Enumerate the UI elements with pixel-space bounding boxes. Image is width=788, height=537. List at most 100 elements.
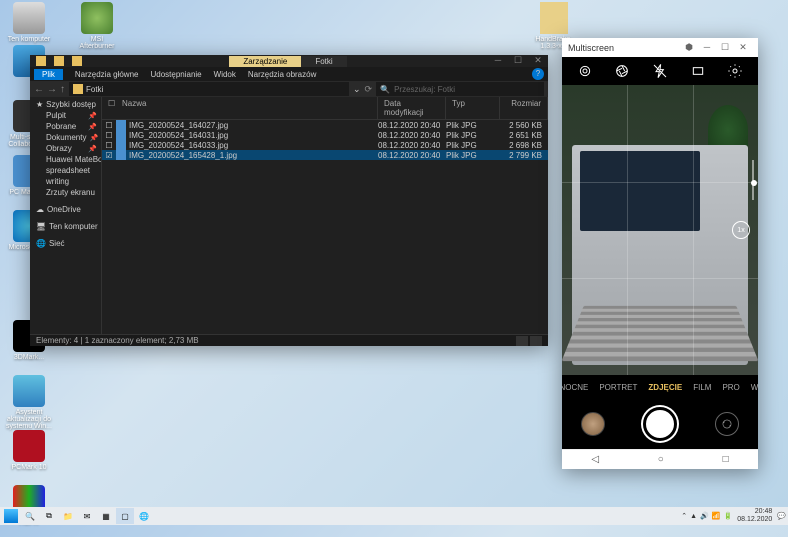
pin-button[interactable]: ⬢ <box>680 39 698 57</box>
zoom-slider-handle[interactable] <box>751 180 757 186</box>
row-checkbox[interactable]: ☐ <box>102 121 116 130</box>
camera-mode[interactable]: PORTRET <box>599 383 637 392</box>
camera-top-bar <box>562 57 758 85</box>
sidebar-item[interactable]: ★Szybki dostęp <box>30 99 101 110</box>
aspect-icon[interactable] <box>690 63 706 79</box>
camera-mode[interactable]: ZDJĘCIE <box>648 383 682 392</box>
minimize-button[interactable]: ─ <box>488 55 508 67</box>
taskbar-explorer[interactable]: 📁 <box>59 508 77 524</box>
sidebar-item[interactable]: Obrazy📌 <box>30 143 101 154</box>
column-date[interactable]: Data modyfikacji <box>378 97 446 119</box>
camera-mode[interactable]: PRO <box>722 383 739 392</box>
sidebar-item[interactable]: spreadsheet <box>30 165 101 176</box>
taskbar-clock[interactable]: 20:48 08.12.2020 <box>735 508 774 524</box>
checkbox-column[interactable]: ☐ <box>102 97 116 119</box>
minimize-button[interactable]: ─ <box>698 39 716 57</box>
file-date: 08.12.2020 20:40 <box>378 141 446 150</box>
sidebar-item[interactable]: ☁OneDrive <box>30 204 101 215</box>
nav-up-button[interactable]: ↑ <box>60 84 65 95</box>
file-row[interactable]: ☐IMG_20200524_164027.jpg08.12.2020 20:40… <box>102 120 548 130</box>
tray-expand[interactable]: ⌃ <box>681 512 687 520</box>
settings-icon[interactable] <box>727 63 743 79</box>
taskbar-edge[interactable]: 🌐 <box>135 508 153 524</box>
row-checkbox[interactable]: ☐ <box>102 131 116 140</box>
lens-icon[interactable] <box>577 63 593 79</box>
explorer-titlebar[interactable]: Zarządzanie Fotki ─ ☐ ✕ <box>30 55 548 67</box>
search-button[interactable]: 🔍 <box>21 508 39 524</box>
tray-volume-icon[interactable]: 🔊 <box>700 512 709 520</box>
ribbon-tab-home[interactable]: Narzędzia główne <box>75 70 139 79</box>
tray-icon[interactable]: ▲ <box>690 513 697 520</box>
camera-modes[interactable]: NOCNE PORTRET ZDJĘCIE FILM PRO WI <box>562 375 758 399</box>
shutter-button[interactable] <box>643 407 677 441</box>
camera-mode[interactable]: NOCNE <box>562 383 588 392</box>
aperture-icon[interactable] <box>614 63 630 79</box>
file-name: IMG_20200524_164033.jpg <box>129 141 378 150</box>
close-button[interactable]: ✕ <box>734 39 752 57</box>
refresh-button[interactable]: ⟳ <box>365 84 373 95</box>
multiscreen-window: Multiscreen ⬢ ─ ☐ ✕ 1x NO <box>562 38 758 469</box>
app-icon <box>13 430 45 462</box>
start-button[interactable] <box>2 508 20 524</box>
desktop-icon-recycle[interactable]: Ten komputer <box>5 2 53 50</box>
sidebar-item[interactable]: writing <box>30 176 101 187</box>
ribbon-tab-view[interactable]: Widok <box>214 70 236 79</box>
file-row[interactable]: ☐ IMG_20200524_164033.jpg08.12.2020 20:40… <box>102 140 548 150</box>
tray-battery-icon[interactable]: 🔋 <box>724 512 733 520</box>
sidebar-item[interactable]: Pulpit📌 <box>30 110 101 121</box>
folder-icon <box>54 56 64 66</box>
path-dropdown[interactable]: ⌄ <box>353 84 361 95</box>
ribbon-tab-share[interactable]: Udostępnianie <box>150 70 201 79</box>
taskbar-mail[interactable]: ✉ <box>78 508 96 524</box>
sidebar-item[interactable]: 🖥Ten komputer <box>30 221 101 232</box>
desktop-icon-msi[interactable]: MSI Afterburner <box>73 2 121 50</box>
sidebar-item[interactable]: 🌐Sieć <box>30 238 101 249</box>
camera-mode[interactable]: FILM <box>693 383 711 392</box>
nav-recent-button[interactable]: □ <box>723 454 729 465</box>
sidebar-item[interactable]: Pobrane📌 <box>30 121 101 132</box>
task-view-button[interactable]: ⧉ <box>40 508 58 524</box>
ribbon-context-tab[interactable]: Zarządzanie <box>229 56 301 67</box>
breadcrumb[interactable]: Fotki <box>69 82 349 96</box>
status-text: Elementy: 4 | 1 zaznaczony element; 2,73… <box>36 336 199 345</box>
camera-viewfinder[interactable]: 1x <box>562 85 758 375</box>
nav-back-button[interactable]: ◁ <box>591 454 599 465</box>
taskbar-app[interactable]: ▦ <box>97 508 115 524</box>
camera-mode[interactable]: WI <box>751 383 758 392</box>
explorer-address-bar: ← → ↑ Fotki ⌄ ⟳ 🔍 Przeszukaj: Fotki <box>30 81 548 97</box>
notification-button[interactable]: 💬 <box>777 512 786 520</box>
view-details-button[interactable] <box>516 336 528 346</box>
search-input[interactable]: 🔍 Przeszukaj: Fotki <box>376 82 544 96</box>
gallery-thumbnail[interactable] <box>581 412 605 436</box>
tray-network-icon[interactable]: 📶 <box>712 512 721 520</box>
maximize-button[interactable]: ☐ <box>508 55 528 67</box>
sidebar-item[interactable]: Dokumenty📌 <box>30 132 101 143</box>
sidebar-item[interactable]: Zrzuty ekranu <box>30 187 101 198</box>
column-size[interactable]: Rozmiar <box>500 97 548 119</box>
desktop-icon[interactable]: Asystent aktualizacji do systemu Win... <box>5 375 53 427</box>
row-checkbox[interactable]: ☐ <box>102 141 116 150</box>
maximize-button[interactable]: ☐ <box>716 39 734 57</box>
folder-icon <box>73 84 83 94</box>
file-menu[interactable]: Plik <box>34 69 63 80</box>
column-type[interactable]: Typ <box>446 97 500 119</box>
close-button[interactable]: ✕ <box>528 55 548 67</box>
zoom-level-button[interactable]: 1x <box>732 221 750 239</box>
ribbon-tab-picture-tools[interactable]: Narzędzia obrazów <box>248 70 316 79</box>
camera-bottom-bar <box>562 399 758 449</box>
switch-camera-button[interactable] <box>715 412 739 436</box>
flash-off-icon[interactable] <box>652 63 668 79</box>
row-checkbox[interactable]: ☑ <box>102 151 116 160</box>
nav-back-button[interactable]: ← <box>34 84 44 95</box>
nav-home-button[interactable]: ○ <box>658 454 664 465</box>
multiscreen-titlebar[interactable]: Multiscreen ⬢ ─ ☐ ✕ <box>562 38 758 57</box>
view-thumbs-button[interactable] <box>530 336 542 346</box>
file-row[interactable]: ☐IMG_20200524_164031.jpg08.12.2020 20:40… <box>102 130 548 140</box>
desktop-icon[interactable]: PCMark 10 <box>5 430 53 482</box>
file-row[interactable]: ☑IMG_20200524_165428_1.jpg08.12.2020 20:… <box>102 150 548 160</box>
help-button[interactable]: ? <box>532 68 544 80</box>
column-name[interactable]: Nazwa <box>116 97 378 119</box>
nav-forward-button[interactable]: → <box>47 84 57 95</box>
sidebar-item[interactable]: Huawei MateBook X <box>30 154 101 165</box>
taskbar-multiscreen[interactable]: ▢ <box>116 508 134 524</box>
